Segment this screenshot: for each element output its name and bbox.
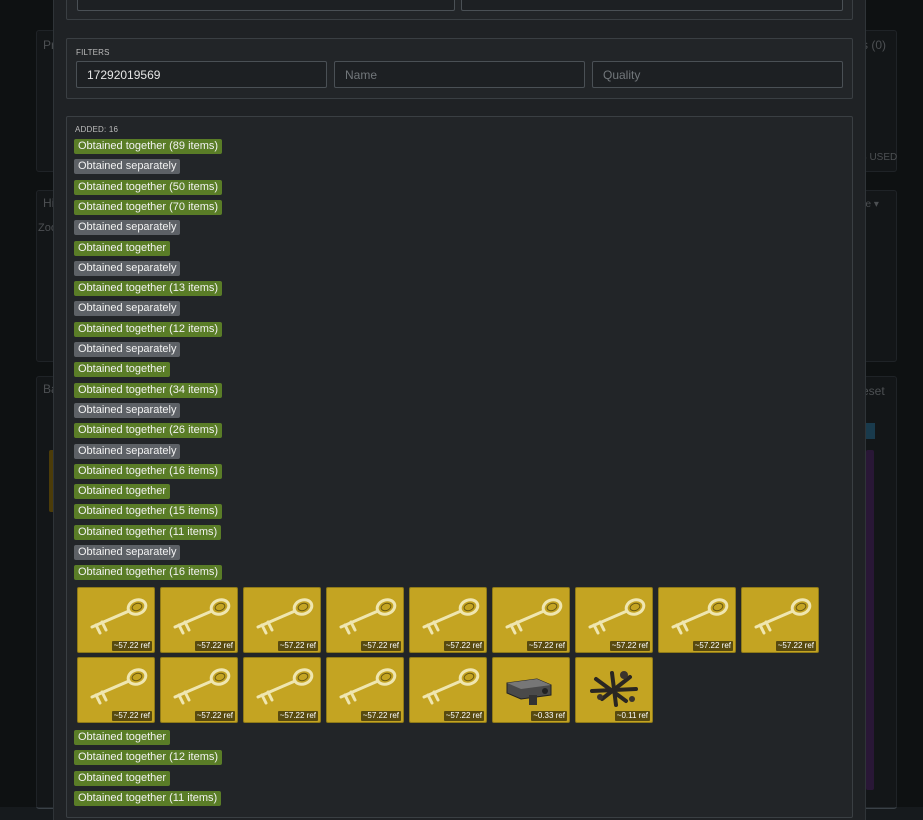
obtained-together-badge[interactable]: Obtained together (11 items) — [74, 525, 222, 540]
inventory-item[interactable]: ~57.22 ref — [77, 587, 155, 653]
obtained-together-badge[interactable]: Obtained together (50 items) — [74, 180, 223, 195]
obtained-together-badge[interactable]: Obtained together (16 items) — [74, 565, 223, 580]
id-filter-input[interactable] — [76, 61, 327, 88]
inventory-item[interactable]: ~57.22 ref — [160, 587, 238, 653]
inventory-item[interactable]: ~57.22 ref — [326, 657, 404, 723]
inventory-item[interactable]: ~57.22 ref — [658, 587, 736, 653]
obtained-separately-badge[interactable]: Obtained separately — [74, 159, 181, 174]
obtained-together-badge[interactable]: Obtained together — [74, 362, 171, 377]
obtained-separately-badge[interactable]: Obtained separately — [74, 261, 181, 276]
obtained-together-badge[interactable]: Obtained together (11 items) — [74, 791, 222, 806]
inventory-item[interactable]: ~57.22 ref — [409, 587, 487, 653]
item-price: ~57.22 ref — [443, 711, 484, 721]
inventory-item[interactable]: ~57.22 ref — [741, 587, 819, 653]
item-price: ~57.22 ref — [111, 711, 152, 721]
inventory-item[interactable]: ~57.22 ref — [326, 587, 404, 653]
obtained-together-badge[interactable]: Obtained together (13 items) — [74, 281, 223, 296]
obtained-separately-badge[interactable]: Obtained separately — [74, 301, 181, 316]
filters-label: FILTERS — [76, 48, 110, 57]
item-price: ~57.22 ref — [443, 641, 484, 651]
top-box — [66, 0, 853, 20]
item-price: ~57.22 ref — [360, 641, 401, 651]
name-filter-input[interactable] — [334, 61, 585, 88]
obtained-together-badge[interactable]: Obtained together (26 items) — [74, 423, 223, 438]
item-price: ~57.22 ref — [194, 641, 235, 651]
item-price: ~57.22 ref — [194, 711, 235, 721]
inventory-item[interactable]: ~57.22 ref — [243, 587, 321, 653]
inventory-item[interactable]: ~57.22 ref — [243, 657, 321, 723]
obtained-together-badge[interactable]: Obtained together (12 items) — [74, 322, 223, 337]
obtained-together-badge[interactable]: Obtained together (12 items) — [74, 750, 223, 765]
item-price: ~57.22 ref — [609, 641, 650, 651]
quality-filter-input[interactable] — [592, 61, 843, 88]
inventory-item[interactable]: ~57.22 ref — [409, 657, 487, 723]
inventory-item[interactable]: ~0.11 ref — [575, 657, 653, 723]
inventory-item[interactable]: ~0.33 ref — [492, 657, 570, 723]
inventory-item[interactable]: ~57.22 ref — [160, 657, 238, 723]
item-price: ~57.22 ref — [775, 641, 816, 651]
top-field-right[interactable] — [461, 0, 843, 11]
obtained-separately-badge[interactable]: Obtained separately — [74, 545, 181, 560]
item-price: ~57.22 ref — [526, 641, 567, 651]
obtained-together-badge[interactable]: Obtained together — [74, 241, 171, 256]
obtained-together-badge[interactable]: Obtained together (16 items) — [74, 464, 223, 479]
item-price: ~0.33 ref — [531, 711, 567, 721]
top-field-left[interactable] — [77, 0, 455, 11]
inventory-item[interactable]: ~57.22 ref — [77, 657, 155, 723]
filters-box: FILTERS — [66, 38, 853, 99]
obtained-together-badge[interactable]: Obtained together — [74, 730, 171, 745]
obtained-together-badge[interactable]: Obtained together — [74, 484, 171, 499]
item-price: ~57.22 ref — [277, 711, 318, 721]
obtained-separately-badge[interactable]: Obtained separately — [74, 342, 181, 357]
obtained-together-badge[interactable]: Obtained together (34 items) — [74, 383, 223, 398]
obtained-separately-badge[interactable]: Obtained separately — [74, 444, 181, 459]
obtained-together-badge[interactable]: Obtained together (89 items) — [74, 139, 223, 154]
item-price: ~0.11 ref — [614, 711, 650, 721]
item-price: ~57.22 ref — [692, 641, 733, 651]
added-count: ADDED: 16 — [75, 125, 119, 134]
obtained-separately-badge[interactable]: Obtained separately — [74, 220, 181, 235]
item-price: ~57.22 ref — [277, 641, 318, 651]
obtained-together-badge[interactable]: Obtained together (70 items) — [74, 200, 223, 215]
obtained-together-badge[interactable]: Obtained together (15 items) — [74, 504, 223, 519]
item-price: ~57.22 ref — [111, 641, 152, 651]
inventory-item[interactable]: ~57.22 ref — [575, 587, 653, 653]
item-price: ~57.22 ref — [360, 711, 401, 721]
obtained-separately-badge[interactable]: Obtained separately — [74, 403, 181, 418]
inventory-item[interactable]: ~57.22 ref — [492, 587, 570, 653]
obtained-together-badge[interactable]: Obtained together — [74, 771, 171, 786]
